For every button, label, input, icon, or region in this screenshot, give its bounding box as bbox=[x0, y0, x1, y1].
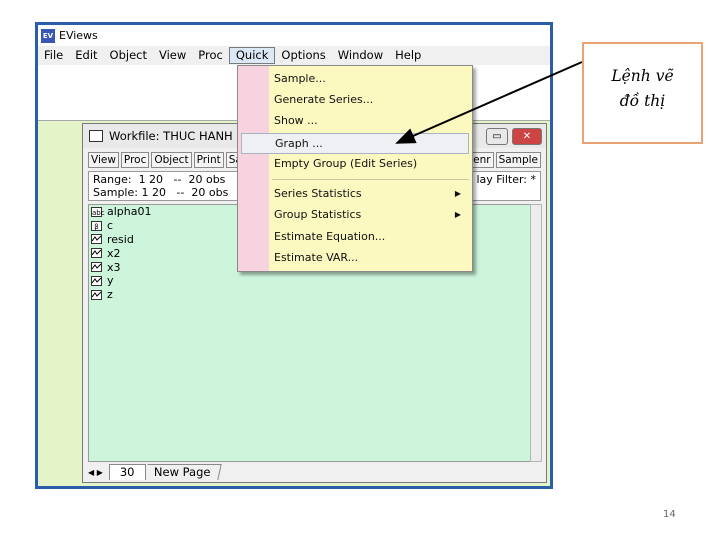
object-name: x2 bbox=[107, 246, 121, 260]
sample-button[interactable]: Sample bbox=[495, 152, 541, 168]
list-item[interactable]: y bbox=[89, 274, 531, 288]
close-icon[interactable]: ✕ bbox=[512, 128, 542, 145]
menu-item-generate-series[interactable]: Generate Series... bbox=[274, 90, 469, 110]
menu-separator bbox=[272, 179, 469, 180]
menu-proc[interactable]: Proc bbox=[192, 47, 229, 64]
tab-30[interactable]: 30 bbox=[108, 464, 146, 480]
object-name: y bbox=[107, 274, 114, 288]
tab-new-page[interactable]: New Page bbox=[143, 464, 221, 480]
page-number: 14 bbox=[663, 509, 676, 520]
menu-bar: File Edit Object View Proc Quick Options… bbox=[38, 46, 550, 65]
window-controls: ▭ ✕ bbox=[486, 128, 542, 145]
menu-edit[interactable]: Edit bbox=[69, 47, 103, 64]
menu-item-group-statistics[interactable]: Group Statistics ▶ bbox=[274, 205, 469, 225]
menu-item-empty-group[interactable]: Empty Group (Edit Series) bbox=[274, 154, 469, 174]
vertical-scrollbar[interactable] bbox=[530, 204, 542, 462]
proc-button[interactable]: Proc bbox=[120, 152, 150, 168]
eviews-app-icon: EV bbox=[41, 28, 55, 43]
menu-item-estimate-equation[interactable]: Estimate Equation... bbox=[274, 227, 469, 247]
submenu-arrow-icon: ▶ bbox=[454, 189, 461, 198]
print-button[interactable]: Print bbox=[193, 152, 224, 168]
view-button[interactable]: View bbox=[88, 152, 119, 168]
menu-item-graph[interactable]: Graph ... bbox=[241, 133, 469, 154]
object-name: resid bbox=[107, 232, 134, 246]
menu-item-sample[interactable]: Sample... bbox=[274, 69, 469, 89]
workfile-title: Workfile: THUC HANH bbox=[109, 129, 233, 143]
display-filter-text: lay Filter: * bbox=[476, 173, 536, 186]
callout-line-2: đồ thị bbox=[619, 92, 666, 110]
restore-icon[interactable]: ▭ bbox=[486, 128, 508, 145]
menu-object[interactable]: Object bbox=[104, 47, 153, 64]
menu-file[interactable]: File bbox=[38, 47, 69, 64]
object-button[interactable]: Object bbox=[151, 152, 192, 168]
app-title: EViews bbox=[59, 29, 98, 42]
object-name: c bbox=[107, 219, 114, 233]
menu-item-label: Series Statistics bbox=[274, 187, 362, 200]
menu-item-show[interactable]: Show ... bbox=[274, 111, 469, 131]
series-icon bbox=[91, 262, 102, 273]
menu-view[interactable]: View bbox=[153, 47, 192, 64]
workfile-icon bbox=[89, 130, 103, 142]
series-icon bbox=[91, 275, 102, 286]
menu-quick[interactable]: Quick bbox=[228, 47, 276, 64]
menu-options[interactable]: Options bbox=[275, 47, 331, 64]
menu-window[interactable]: Window bbox=[332, 47, 389, 64]
callout-box: Lệnh vẽ đồ thị bbox=[582, 42, 703, 144]
menu-item-label: Group Statistics bbox=[274, 208, 362, 221]
object-name: x3 bbox=[107, 260, 121, 274]
menu-item-series-statistics[interactable]: Series Statistics ▶ bbox=[274, 184, 469, 204]
tab-new-page-label: New Page bbox=[153, 465, 210, 479]
menu-icon-strip bbox=[238, 66, 269, 271]
tab-scroll-arrows-icon[interactable]: ◀ ▶ bbox=[88, 468, 103, 477]
menu-help[interactable]: Help bbox=[389, 47, 427, 64]
menu-item-estimate-var[interactable]: Estimate VAR... bbox=[274, 248, 469, 268]
submenu-arrow-icon: ▶ bbox=[454, 210, 461, 219]
series-icon bbox=[91, 248, 102, 259]
quick-menu-dropdown: Sample... Generate Series... Show ... Gr… bbox=[237, 65, 473, 272]
alpha-icon: abc bbox=[91, 206, 105, 217]
callout-line-1: Lệnh vẽ bbox=[611, 67, 674, 85]
object-name: z bbox=[107, 288, 113, 302]
object-name: alpha01 bbox=[107, 205, 152, 219]
series-icon bbox=[91, 234, 102, 245]
coef-icon: β bbox=[91, 220, 102, 231]
page-tabs: ◀ ▶ 30 New Page bbox=[88, 464, 541, 480]
title-bar: EV EViews bbox=[38, 25, 550, 46]
list-item[interactable]: z bbox=[89, 288, 531, 302]
series-icon bbox=[91, 289, 102, 300]
